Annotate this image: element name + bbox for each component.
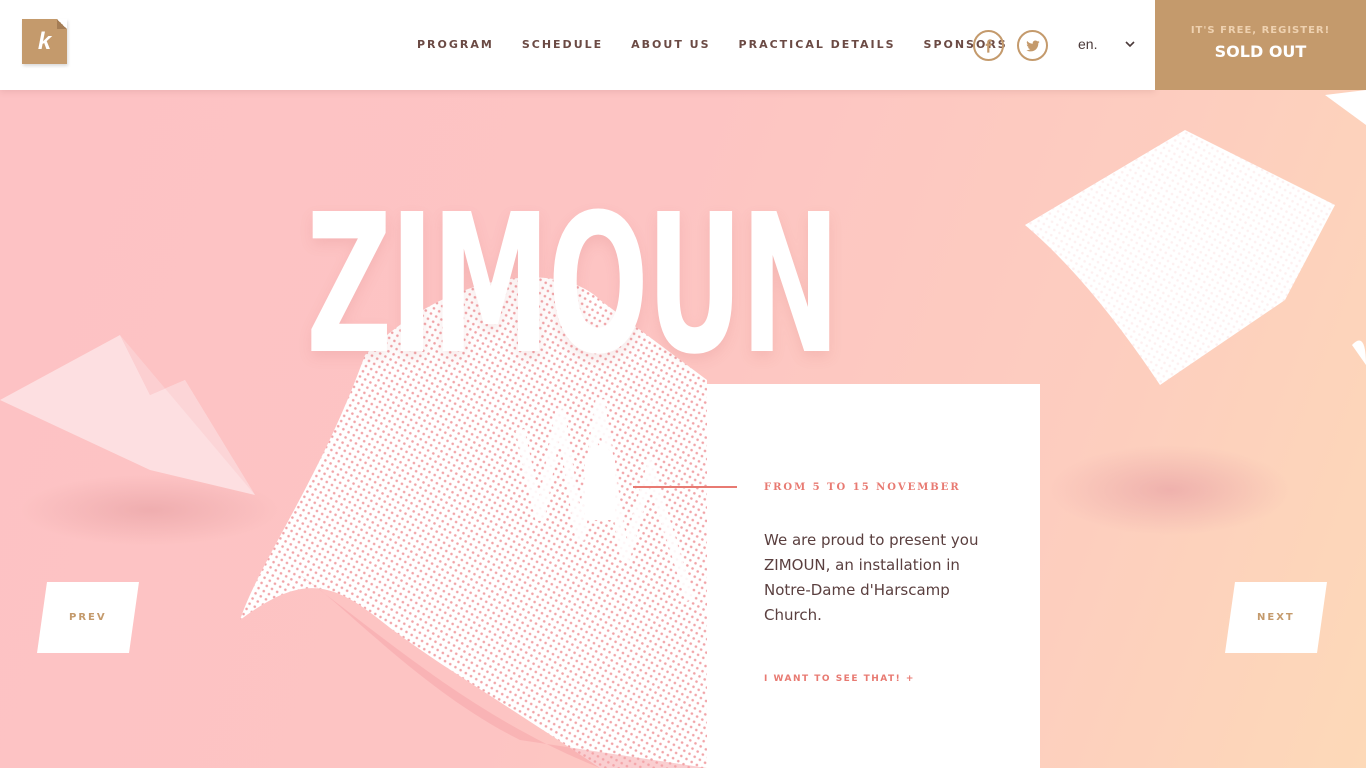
nav-item-schedule[interactable]: SCHEDULE xyxy=(522,38,603,51)
main-nav: PROGRAM SCHEDULE ABOUT US PRACTICAL DETA… xyxy=(417,38,1036,51)
logo[interactable]: k xyxy=(22,19,67,64)
prev-label: PREV xyxy=(69,612,107,623)
event-description: We are proud to present you ZIMOUN, an i… xyxy=(764,531,979,624)
chevron-down-icon xyxy=(1125,40,1136,47)
facebook-icon[interactable] xyxy=(973,30,1004,61)
twitter-icon[interactable] xyxy=(1017,30,1048,61)
register-title: SOLD OUT xyxy=(1214,42,1307,61)
next-button[interactable]: NEXT xyxy=(1225,582,1327,653)
event-dates: FROM 5 TO 15 NOVEMBER xyxy=(764,482,961,493)
nav-item-practical-details[interactable]: PRACTICAL DETAILS xyxy=(739,38,896,51)
event-info-card: FROM 5 TO 15 NOVEMBER We are proud to pr… xyxy=(707,384,1040,768)
register-subtitle: IT'S FREE, REGISTER! xyxy=(1190,25,1331,36)
hero-title: ZIMOUN xyxy=(306,174,840,397)
nav-item-about-us[interactable]: ABOUT US xyxy=(631,38,710,51)
prev-button[interactable]: PREV xyxy=(37,582,139,653)
logo-glyph: k xyxy=(37,27,52,55)
divider-line xyxy=(633,486,737,488)
see-event-link[interactable]: I WANT TO SEE THAT! + xyxy=(764,674,915,684)
top-navigation-bar: k PROGRAM SCHEDULE ABOUT US PRACTICAL DE… xyxy=(0,0,1155,90)
language-label: en. xyxy=(1078,36,1098,52)
register-button[interactable]: IT'S FREE, REGISTER! SOLD OUT xyxy=(1155,0,1366,90)
language-selector[interactable]: en. xyxy=(1078,36,1136,52)
next-label: NEXT xyxy=(1257,612,1295,623)
nav-item-program[interactable]: PROGRAM xyxy=(417,38,494,51)
